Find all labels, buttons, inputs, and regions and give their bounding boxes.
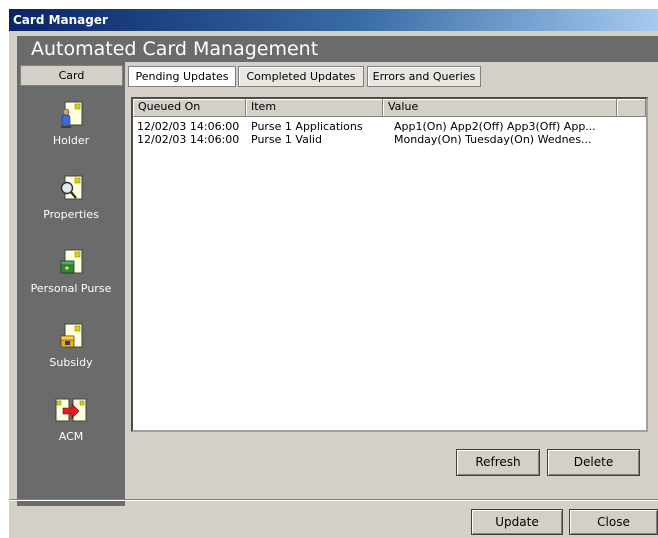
cell-item: Purse 1 Valid bbox=[251, 133, 322, 146]
tab-label: Pending Updates bbox=[135, 70, 229, 83]
card-manager-window: Card Manager Automated Card Management C… bbox=[9, 9, 658, 538]
tab-label: Completed Updates bbox=[246, 70, 356, 83]
close-button[interactable]: Close bbox=[569, 509, 658, 535]
tab-errors-and-queries[interactable]: Errors and Queries bbox=[367, 66, 481, 87]
pending-updates-list[interactable]: Queued On Item Value 12/02/03 14:06:00 P… bbox=[131, 97, 648, 432]
delete-button-label: Delete bbox=[573, 455, 614, 469]
page-header: Automated Card Management bbox=[17, 36, 658, 62]
column-header-label: Item bbox=[251, 100, 277, 113]
window-title: Card Manager bbox=[13, 13, 108, 27]
sidebar-item-label: Personal Purse bbox=[30, 282, 112, 295]
sidebar-item-subsidy[interactable]: Subsidy bbox=[17, 322, 125, 369]
update-button-label: Update bbox=[495, 515, 539, 529]
table-row[interactable]: 12/02/03 14:06:00 Purse 1 Valid Monday(O… bbox=[133, 133, 646, 146]
cell-queued-on: 12/02/03 14:06:00 bbox=[137, 120, 240, 133]
refresh-button[interactable]: Refresh bbox=[456, 449, 540, 476]
column-header-label: Queued On bbox=[138, 100, 201, 113]
sidebar-item-label: ACM bbox=[58, 430, 84, 443]
tab-label: Errors and Queries bbox=[372, 70, 476, 83]
cell-queued-on: 12/02/03 14:06:00 bbox=[137, 133, 240, 146]
holder-icon bbox=[61, 101, 83, 128]
column-header-filler bbox=[617, 99, 646, 117]
sidebar-item-label: Properties bbox=[43, 208, 99, 221]
cell-value: App1(On) App2(Off) App3(Off) App... bbox=[394, 120, 596, 133]
column-header-value[interactable]: Value bbox=[383, 99, 617, 117]
column-header-label: Value bbox=[388, 100, 419, 113]
properties-icon bbox=[60, 175, 83, 200]
content-panel: Pending Updates Completed Updates Errors… bbox=[125, 62, 658, 506]
sidebar: Card Holder Properties Personal Purse Su… bbox=[17, 62, 125, 506]
page-title: Automated Card Management bbox=[31, 38, 319, 60]
cell-value: Monday(On) Tuesday(On) Wednes... bbox=[394, 133, 592, 146]
sidebar-item-properties[interactable]: Properties bbox=[17, 174, 125, 221]
sidebar-tab-card[interactable]: Card bbox=[20, 65, 123, 86]
sidebar-item-personal-purse[interactable]: Personal Purse bbox=[17, 248, 125, 295]
footer-divider bbox=[9, 499, 658, 501]
cell-item: Purse 1 Applications bbox=[251, 120, 363, 133]
sidebar-item-label: Subsidy bbox=[49, 356, 93, 369]
window-title-bar[interactable]: Card Manager bbox=[9, 9, 658, 31]
sidebar-item-label: Holder bbox=[52, 134, 90, 147]
personal-purse-icon bbox=[60, 249, 83, 274]
refresh-button-label: Refresh bbox=[475, 455, 521, 469]
tab-pending-updates[interactable]: Pending Updates bbox=[128, 66, 236, 87]
subsidy-icon bbox=[60, 323, 83, 348]
table-row[interactable]: 12/02/03 14:06:00 Purse 1 Applications A… bbox=[133, 120, 646, 133]
update-button[interactable]: Update bbox=[471, 509, 563, 535]
column-header-item[interactable]: Item bbox=[246, 99, 383, 117]
sidebar-item-holder[interactable]: Holder bbox=[17, 100, 125, 147]
acm-icon bbox=[55, 398, 87, 422]
list-header: Queued On Item Value bbox=[133, 99, 646, 117]
column-header-queued-on[interactable]: Queued On bbox=[133, 99, 246, 117]
sidebar-tab-label: Card bbox=[58, 69, 85, 82]
tab-completed-updates[interactable]: Completed Updates bbox=[238, 66, 364, 87]
sidebar-item-acm[interactable]: ACM bbox=[17, 396, 125, 443]
close-button-label: Close bbox=[597, 515, 630, 529]
delete-button[interactable]: Delete bbox=[547, 449, 640, 476]
